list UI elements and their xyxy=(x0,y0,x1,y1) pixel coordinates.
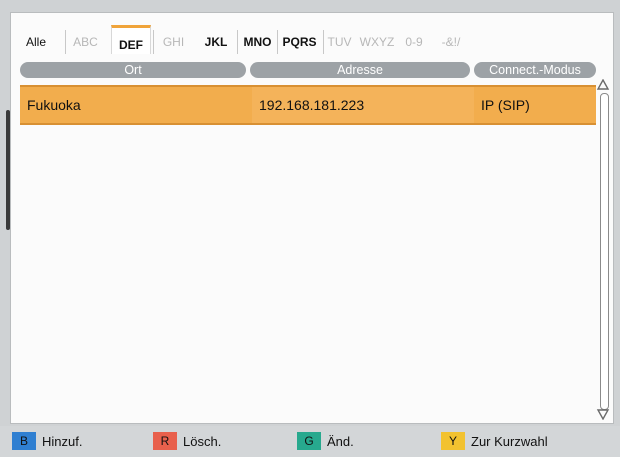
column-header-adresse[interactable]: Adresse xyxy=(250,62,470,78)
tab-mno[interactable]: MNO xyxy=(237,30,277,54)
column-header-modus[interactable]: Connect.-Modus xyxy=(474,62,596,78)
tab-def[interactable]: DEF xyxy=(111,25,151,54)
side-indicator xyxy=(6,110,10,230)
cell-ort: Fukuoka xyxy=(27,97,81,113)
tab-tuv[interactable]: TUV xyxy=(323,30,355,54)
delete-label: Lösch. xyxy=(183,433,222,449)
red-key-icon: R xyxy=(153,432,177,450)
tab-alle[interactable]: Alle xyxy=(19,30,53,54)
tab-symbols[interactable]: -&!/ xyxy=(433,30,469,54)
function-key-bar: B Hinzuf. R Lösch. G Änd. Y Zur Kurzwahl xyxy=(0,426,620,457)
address-book-panel: Alle ABC DEF GHI JKL MNO PQRS TUV WXYZ 0… xyxy=(10,12,614,424)
add-button[interactable]: B Hinzuf. xyxy=(12,432,82,452)
tab-abc[interactable]: ABC xyxy=(65,30,105,54)
scrollbar-track[interactable] xyxy=(600,93,609,410)
tab-pqrs[interactable]: PQRS xyxy=(277,30,321,54)
tab-ghi[interactable]: GHI xyxy=(153,30,193,54)
edit-button[interactable]: G Änd. xyxy=(297,432,354,452)
edit-label: Änd. xyxy=(327,433,354,449)
scroll-up-arrow-icon[interactable] xyxy=(596,79,610,91)
add-label: Hinzuf. xyxy=(42,433,83,449)
table-row[interactable]: Fukuoka 192.168.181.223 IP (SIP) xyxy=(20,85,596,125)
speed-dial-label: Zur Kurzwahl xyxy=(471,433,548,449)
letter-tab-bar: Alle ABC DEF GHI JKL MNO PQRS TUV WXYZ 0… xyxy=(11,25,613,54)
delete-button[interactable]: R Lösch. xyxy=(153,432,221,452)
cell-adresse: 192.168.181.223 xyxy=(252,87,474,123)
blue-key-icon: B xyxy=(12,432,36,450)
green-key-icon: G xyxy=(297,432,321,450)
tab-wxyz[interactable]: WXYZ xyxy=(355,30,399,54)
yellow-key-icon: Y xyxy=(441,432,465,450)
column-header-ort[interactable]: Ort xyxy=(20,62,246,78)
cell-modus: IP (SIP) xyxy=(481,97,530,113)
speed-dial-button[interactable]: Y Zur Kurzwahl xyxy=(441,432,548,452)
tab-0-9[interactable]: 0-9 xyxy=(399,30,429,54)
scroll-down-arrow-icon[interactable] xyxy=(596,408,610,420)
tab-jkl[interactable]: JKL xyxy=(197,30,235,54)
